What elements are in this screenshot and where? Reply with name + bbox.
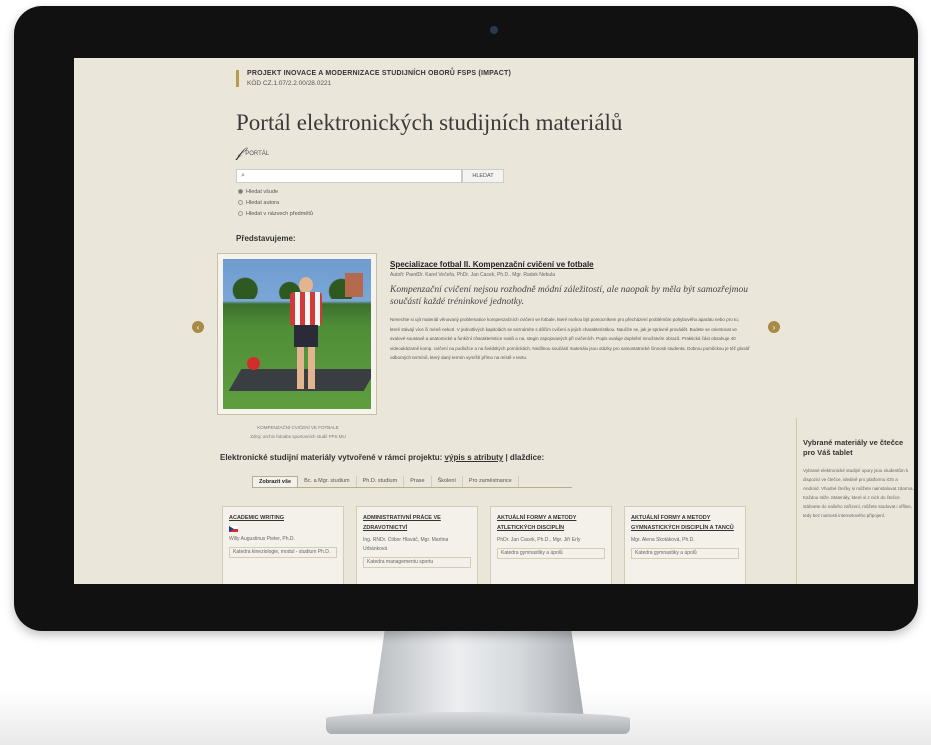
radio-icon <box>238 211 243 217</box>
football-training-image <box>223 259 371 409</box>
carousel-prev-button[interactable]: ‹ <box>192 321 204 333</box>
search-option-all[interactable]: Hledat všude <box>238 187 313 198</box>
sidebar-heading: Vybrané materiály ve čtečce pro Váš tabl… <box>803 438 904 457</box>
search-button[interactable]: HLEDAT <box>462 169 504 183</box>
material-card[interactable]: ACADEMIC WRITING Willy Augustinus Pieter… <box>222 506 344 584</box>
card-department: Katedra gymnastiky a úpolů <box>497 548 605 559</box>
site-title: Portál elektronických studijních materiá… <box>236 110 623 135</box>
featured-title-link[interactable]: Specializace fotbal II. Kompenzační cvič… <box>390 260 750 269</box>
featured-quote: Kompenzační cvičení nejsou rozhodně módn… <box>390 285 748 307</box>
material-card[interactable]: AKTUÁLNÍ FORMY A METODY ATLETICKÝCH DISC… <box>490 506 612 584</box>
project-header: PROJEKT INOVACE A MODERNIZACE STUDIJNÍCH… <box>236 70 511 87</box>
tab-skoleni[interactable]: Školení <box>432 476 463 487</box>
monitor-stand-neck <box>372 630 584 718</box>
featured-heading: Představujeme: <box>236 234 296 243</box>
player-figure <box>286 277 326 393</box>
monitor-screen: PROJEKT INOVACE A MODERNIZACE STUDIJNÍCH… <box>74 58 914 584</box>
tab-all[interactable]: Zobrazit vše <box>252 476 299 487</box>
featured-authors: Autoři: PaedDr. Karel Večeřa, PhDr. Jan … <box>390 272 556 278</box>
card-department: Katedra managementu sportu <box>363 557 471 568</box>
card-author: Willy Augustinus Pieter, Ph.D. <box>229 536 295 542</box>
featured-article: Specializace fotbal II. Kompenzační cvič… <box>390 260 750 363</box>
radio-icon <box>238 200 243 206</box>
football-icon <box>247 357 260 370</box>
camera-icon <box>490 26 498 34</box>
material-card[interactable]: AKTUÁLNÍ FORMY A METODY GYMNASTICKÝCH DI… <box>624 506 746 584</box>
card-department: Katedra gymnastiky a úpolů <box>631 548 739 559</box>
material-card[interactable]: ADMINISTRATIVNÍ PRÁCE VE ZDRAVOTNICTVÍ I… <box>356 506 478 584</box>
sidebar-body: Vybrané elektronické studijní opory jsou… <box>803 468 914 518</box>
card-title-link[interactable]: ACADEMIC WRITING <box>229 513 337 523</box>
tab-bc-mgr[interactable]: Bc. a Mgr. studium <box>298 476 357 487</box>
portal-link[interactable]: 𝒻 PORTÁL <box>236 146 269 162</box>
materials-heading: Elektronické studijní materiály vytvořen… <box>220 453 545 462</box>
card-title-link[interactable]: ADMINISTRATIVNÍ PRÁCE VE ZDRAVOTNICTVÍ <box>363 513 471 533</box>
tab-praxe[interactable]: Praxe <box>404 476 432 487</box>
search-input[interactable]: ⌕ <box>236 169 462 183</box>
project-code: KÓD CZ.1.07/2.2.00/28.0221 <box>247 80 332 87</box>
card-title-link[interactable]: AKTUÁLNÍ FORMY A METODY GYMNASTICKÝCH DI… <box>631 513 739 533</box>
card-department: Katedra kineziologie, modul - studium Ph… <box>229 547 337 558</box>
card-author: PhDr. Jan Cacek, Ph.D., Mgr. Jiří Erly <box>497 537 581 543</box>
card-author: Mgr. Alena Skotáková, Ph.D. <box>631 537 695 543</box>
materials-cards: ACADEMIC WRITING Willy Augustinus Pieter… <box>222 506 746 584</box>
attributes-list-link[interactable]: výpis s atributy <box>445 453 504 462</box>
search-options: Hledat všude Hledat autora Hledat v názv… <box>238 187 313 220</box>
radio-icon <box>238 189 243 195</box>
search-icon: ⌕ <box>241 172 245 179</box>
card-title-link[interactable]: AKTUÁLNÍ FORMY A METODY ATLETICKÝCH DISC… <box>497 513 605 533</box>
card-author: Ing. RNDr. Ctibor Hlaváč, Mgr. Martina U… <box>363 537 449 552</box>
tab-zamestnanci[interactable]: Pro zaměstnance <box>463 476 519 487</box>
search-option-subjects[interactable]: Hledat v názvech předmětů <box>238 209 313 220</box>
featured-photo[interactable] <box>217 253 377 415</box>
uk-flag-icon <box>229 526 238 532</box>
carousel-next-button[interactable]: › <box>768 321 780 333</box>
monitor-stand-base <box>326 712 630 734</box>
materials-tabs: Zobrazit vše Bc. a Mgr. studium Ph.D. st… <box>252 476 572 488</box>
portal-label: PORTÁL <box>245 151 270 157</box>
portal-logo-icon: 𝒻 <box>236 146 243 161</box>
photo-caption: KOMPENZAČNÍ CVIČENÍ VE FOTBALE Zdroj: ar… <box>250 425 346 439</box>
monitor-bezel: PROJEKT INOVACE A MODERNIZACE STUDIJNÍCH… <box>14 6 918 631</box>
search-option-author[interactable]: Hledat autora <box>238 198 313 209</box>
project-title: PROJEKT INOVACE A MODERNIZACE STUDIJNÍCH… <box>247 70 512 77</box>
featured-body: Nenechte si ujít materiál věnovaný probl… <box>390 317 750 361</box>
tablet-sidebar: Vybrané materiály ve čtečce pro Váš tabl… <box>796 418 914 584</box>
tab-phd[interactable]: Ph.D. studium <box>357 476 405 487</box>
